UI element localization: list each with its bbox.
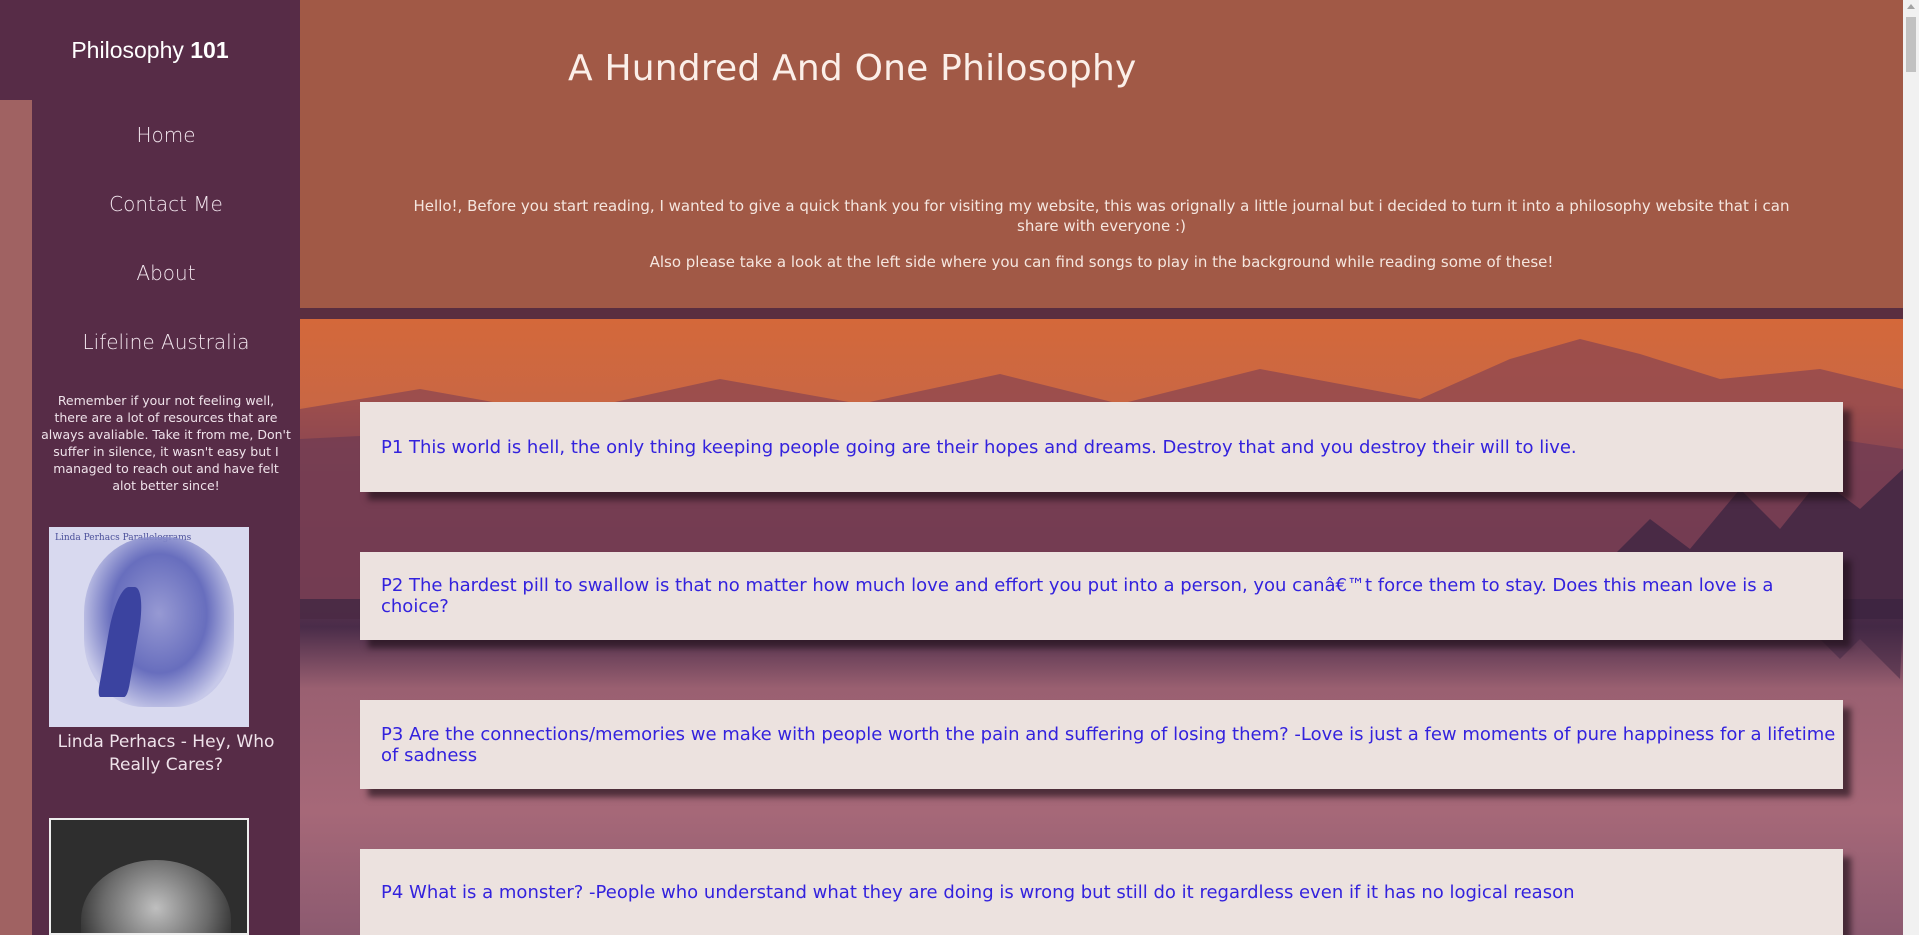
intro-text: Hello!, Before you start reading, I want… bbox=[400, 196, 1803, 288]
page-background-strip bbox=[0, 100, 32, 935]
brand-name: Philosophy bbox=[71, 37, 191, 63]
page-header: A Hundred And One Philosophy Hello!, Bef… bbox=[300, 0, 1903, 308]
post-text: P3 Are the connections/memories we make … bbox=[381, 723, 1836, 766]
intro-paragraph-2: Also please take a look at the left side… bbox=[649, 253, 1554, 271]
post-card: P3 Are the connections/memories we make … bbox=[360, 700, 1843, 789]
sidebar-nav: Home Contact Me About Lifeline Australia bbox=[32, 110, 300, 386]
post-card: P4 What is a monster? -People who unders… bbox=[360, 849, 1843, 935]
support-note: Remember if your not feeling well, there… bbox=[41, 393, 291, 493]
album-cover-linda-perhacs[interactable]: Linda Perhacs Parallelograms bbox=[49, 527, 249, 727]
site-brand[interactable]: Philosophy 101 bbox=[0, 0, 300, 100]
album-caption[interactable]: Linda Perhacs - Hey, Who Really Cares? bbox=[32, 731, 300, 777]
intro-paragraph-1: Hello!, Before you start reading, I want… bbox=[413, 197, 1790, 235]
nav-home[interactable]: Home bbox=[32, 110, 300, 179]
nav-about[interactable]: About bbox=[32, 248, 300, 317]
post-text: P2 The hardest pill to swallow is that n… bbox=[381, 575, 1774, 617]
scroll-thumb[interactable] bbox=[1906, 17, 1916, 72]
nav-contact-me[interactable]: Contact Me bbox=[32, 179, 300, 248]
page-title: A Hundred And One Philosophy bbox=[568, 48, 1137, 89]
album-art-figure-2 bbox=[81, 860, 231, 933]
brand-number: 101 bbox=[190, 37, 229, 63]
post-text: P1 This world is hell, the only thing ke… bbox=[381, 436, 1577, 458]
post-card: P2 The hardest pill to swallow is that n… bbox=[360, 552, 1843, 640]
header-divider bbox=[300, 308, 1903, 319]
album-cover-second[interactable] bbox=[49, 818, 249, 935]
post-card: P1 This world is hell, the only thing ke… bbox=[360, 402, 1843, 492]
scroll-up-arrow-icon[interactable] bbox=[1907, 4, 1915, 9]
nav-lifeline-australia[interactable]: Lifeline Australia bbox=[32, 317, 300, 386]
vertical-scrollbar[interactable] bbox=[1903, 0, 1919, 935]
post-text: P4 What is a monster? -People who unders… bbox=[381, 881, 1575, 903]
